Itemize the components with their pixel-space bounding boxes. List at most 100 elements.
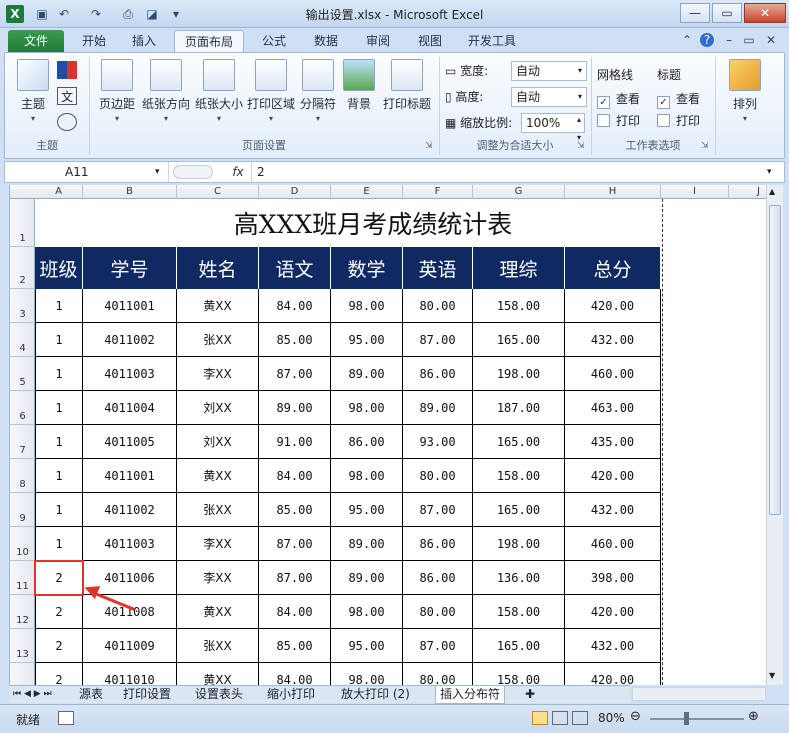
table-cell[interactable]: 158.00 xyxy=(473,289,565,323)
table-cell[interactable]: 460.00 xyxy=(565,527,661,561)
table-cell[interactable]: 98.00 xyxy=(331,595,403,629)
tab-data[interactable]: 数据 xyxy=(304,30,348,53)
paper-size-button[interactable]: 纸张大小 ▾ xyxy=(193,57,245,133)
table-header-cell[interactable]: 班级 xyxy=(35,247,83,289)
table-cell[interactable]: 136.00 xyxy=(473,561,565,595)
table-cell[interactable]: 85.00 xyxy=(259,323,331,357)
table-cell[interactable]: 1 xyxy=(35,289,83,323)
name-box[interactable]: A11 xyxy=(5,162,169,182)
sheet-tab-enlarge-print[interactable]: 放大打印 (2) xyxy=(337,686,414,704)
scroll-down-icon[interactable]: ▼ xyxy=(769,671,775,680)
table-header-cell[interactable]: 英语 xyxy=(403,247,473,289)
table-cell[interactable]: 李XX xyxy=(177,357,259,391)
tab-review[interactable]: 审阅 xyxy=(356,30,400,53)
orientation-button[interactable]: 纸张方向 ▾ xyxy=(139,57,193,133)
table-header-cell[interactable]: 数学 xyxy=(331,247,403,289)
zoom-slider-thumb[interactable] xyxy=(684,712,689,725)
table-cell[interactable]: 4011004 xyxy=(83,391,177,425)
table-cell[interactable]: 187.00 xyxy=(473,391,565,425)
table-cell[interactable]: 420.00 xyxy=(565,595,661,629)
table-cell[interactable]: 黄XX xyxy=(177,459,259,493)
table-cell[interactable]: 2 xyxy=(35,629,83,663)
background-button[interactable]: 背景 xyxy=(339,57,379,133)
table-cell[interactable]: 198.00 xyxy=(473,357,565,391)
table-cell[interactable]: 86.00 xyxy=(403,561,473,595)
table-cell[interactable]: 4011009 xyxy=(83,629,177,663)
table-cell[interactable]: 87.00 xyxy=(259,561,331,595)
worksheet[interactable]: ABCDEFGHIJ 1 2 3 4 5 6 7 8 9 10 11 12 13 高XXX班月考成绩统计… xyxy=(9,185,766,685)
doc-minimize-icon[interactable]: – xyxy=(722,33,736,47)
formula-input[interactable]: 2 xyxy=(257,162,265,182)
table-cell[interactable]: 85.00 xyxy=(259,629,331,663)
table-cell[interactable]: 432.00 xyxy=(565,629,661,663)
column-header[interactable]: E xyxy=(331,185,403,199)
column-header[interactable]: I xyxy=(661,185,729,199)
table-cell[interactable]: 87.00 xyxy=(403,323,473,357)
table-cell[interactable]: 刘XX xyxy=(177,391,259,425)
table-cell[interactable]: 420.00 xyxy=(565,663,661,685)
theme-fonts-icon[interactable]: 文 xyxy=(57,87,77,105)
tab-file[interactable]: 文件 xyxy=(8,30,64,53)
sheet-tab-print-settings[interactable]: 打印设置 xyxy=(119,686,175,704)
row-header[interactable]: 5 xyxy=(10,357,35,391)
table-cell[interactable]: 李XX xyxy=(177,561,259,595)
table-header-cell[interactable]: 语文 xyxy=(259,247,331,289)
sheet-tab-insert-break[interactable]: 插入分布符 xyxy=(435,686,506,704)
table-cell[interactable]: 89.00 xyxy=(259,391,331,425)
table-cell[interactable]: 89.00 xyxy=(403,391,473,425)
table-cell[interactable]: 158.00 xyxy=(473,459,565,493)
tab-formulas[interactable]: 公式 xyxy=(252,30,296,53)
table-cell[interactable]: 87.00 xyxy=(259,357,331,391)
table-cell[interactable]: 4011008 xyxy=(83,595,177,629)
table-cell[interactable]: 张XX xyxy=(177,629,259,663)
table-cell[interactable]: 165.00 xyxy=(473,493,565,527)
restore-button[interactable]: ▭ xyxy=(712,3,742,23)
table-header-cell[interactable]: 理综 xyxy=(473,247,565,289)
column-header[interactable]: D xyxy=(259,185,331,199)
tab-view[interactable]: 视图 xyxy=(408,30,452,53)
table-header-cell[interactable]: 学号 xyxy=(83,247,177,289)
table-cell[interactable]: 432.00 xyxy=(565,493,661,527)
insert-function-icon[interactable]: fx xyxy=(227,162,249,182)
help-icon[interactable]: ? xyxy=(700,33,714,47)
table-cell[interactable]: 黄XX xyxy=(177,595,259,629)
table-cell[interactable]: 420.00 xyxy=(565,459,661,493)
table-cell[interactable]: 1 xyxy=(35,527,83,561)
table-header-cell[interactable]: 姓名 xyxy=(177,247,259,289)
table-cell[interactable]: 420.00 xyxy=(565,289,661,323)
zoom-in-icon[interactable]: ⊕ xyxy=(748,709,759,724)
table-cell[interactable]: 98.00 xyxy=(331,459,403,493)
table-cell[interactable]: 1 xyxy=(35,493,83,527)
table-cell[interactable]: 4011002 xyxy=(83,323,177,357)
zoom-level[interactable]: 80% xyxy=(598,711,625,725)
table-cell[interactable]: 158.00 xyxy=(473,595,565,629)
table-cell[interactable]: 95.00 xyxy=(331,323,403,357)
table-cell[interactable]: 4011001 xyxy=(83,459,177,493)
table-cell[interactable]: 4011003 xyxy=(83,527,177,561)
column-header[interactable]: H xyxy=(565,185,661,199)
row-header[interactable]: 4 xyxy=(10,323,35,357)
table-cell[interactable]: 89.00 xyxy=(331,357,403,391)
name-box-dropdown-icon[interactable]: ▾ xyxy=(155,162,160,182)
table-cell[interactable]: 80.00 xyxy=(403,595,473,629)
row-header[interactable]: 2 xyxy=(10,247,35,289)
table-cell[interactable]: 4011005 xyxy=(83,425,177,459)
headings-view-checkbox[interactable]: ✓ 查看 xyxy=(657,89,700,109)
column-header[interactable]: J xyxy=(729,185,766,199)
table-cell[interactable]: 95.00 xyxy=(331,493,403,527)
vertical-scroll-thumb[interactable] xyxy=(769,205,781,515)
normal-view-icon[interactable] xyxy=(532,711,548,725)
table-cell[interactable]: 89.00 xyxy=(331,527,403,561)
tab-developer[interactable]: 开发工具 xyxy=(458,30,526,53)
column-header[interactable]: B xyxy=(83,185,177,199)
row-header[interactable]: 13 xyxy=(10,629,35,663)
table-cell[interactable]: 87.00 xyxy=(403,629,473,663)
minimize-button[interactable]: — xyxy=(680,3,710,23)
row-header[interactable]: 6 xyxy=(10,391,35,425)
arrange-button[interactable]: 排列 ▾ xyxy=(719,57,771,133)
table-cell[interactable]: 432.00 xyxy=(565,323,661,357)
table-cell[interactable]: 85.00 xyxy=(259,493,331,527)
sheet-title-cell[interactable]: 高XXX班月考成绩统计表 xyxy=(83,199,663,247)
theme-colors-icon[interactable] xyxy=(57,61,77,79)
table-cell[interactable]: 刘XX xyxy=(177,425,259,459)
